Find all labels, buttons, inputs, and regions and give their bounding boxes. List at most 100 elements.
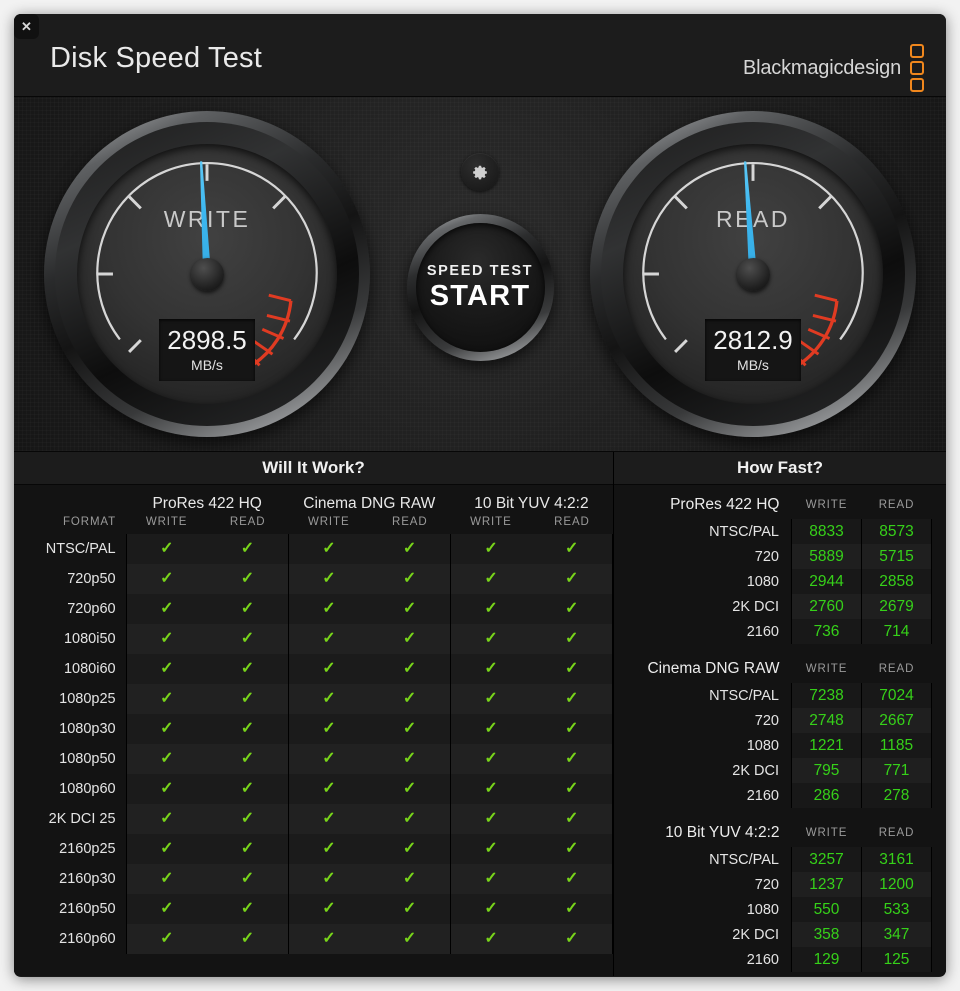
result-cell: ✓: [207, 894, 288, 924]
brand-squares-icon: [910, 44, 924, 92]
result-cell: ✓: [531, 624, 612, 654]
check-icon: ✓: [403, 871, 416, 887]
check-icon: ✓: [565, 541, 578, 557]
write-speed-value: 7238: [792, 683, 862, 708]
close-button[interactable]: ✕: [14, 14, 39, 39]
speed-test-start-button[interactable]: SPEED TEST START: [407, 214, 554, 361]
will-it-work-table: ProRes 422 HQ Cinema DNG RAW 10 Bit YUV …: [14, 485, 613, 954]
how-fast-header-row: ProRes 422 HQWRITEREAD: [614, 494, 932, 519]
resolution-label: 2K DCI: [614, 922, 792, 947]
result-cell: ✓: [207, 534, 288, 564]
result-cell: ✓: [531, 774, 612, 804]
result-cell: ✓: [207, 804, 288, 834]
resolution-label: 1080: [614, 569, 792, 594]
format-label: 2160p60: [14, 924, 126, 954]
resolution-label: NTSC/PAL: [614, 683, 792, 708]
read-value: 2812.9: [713, 327, 793, 354]
needle-hub: [191, 258, 224, 291]
check-icon: ✓: [241, 541, 254, 557]
result-cell: ✓: [288, 714, 369, 744]
check-icon: ✓: [484, 841, 497, 857]
resolution-label: 1080: [614, 733, 792, 758]
check-icon: ✓: [484, 631, 497, 647]
write-speed-value: 2748: [792, 708, 862, 733]
read-gauge-label: READ: [623, 206, 883, 233]
check-icon: ✓: [160, 811, 173, 827]
check-icon: ✓: [565, 691, 578, 707]
table-row: 1080i60✓✓✓✓✓✓: [14, 654, 613, 684]
write-units: MB/s: [191, 357, 223, 373]
table-row: 72012371200: [614, 872, 932, 897]
gauge-face: WRITE 2898.5 MB/s: [77, 144, 337, 404]
result-cell: ✓: [126, 834, 207, 864]
write-speed-value: 550: [792, 897, 862, 922]
check-icon: ✓: [160, 751, 173, 767]
check-icon: ✓: [565, 901, 578, 917]
result-cell: ✓: [450, 864, 531, 894]
subheader-write: WRITE: [288, 513, 369, 534]
resolution-label: 720: [614, 872, 792, 897]
subheader-read: READ: [369, 513, 450, 534]
table-row: 108029442858: [614, 569, 932, 594]
check-icon: ✓: [565, 751, 578, 767]
check-icon: ✓: [241, 841, 254, 857]
check-icon: ✓: [241, 691, 254, 707]
gauge-face: READ 2812.9 MB/s: [623, 144, 883, 404]
resolution-label: 2160: [614, 619, 792, 644]
read-speed-value: 2679: [862, 594, 932, 619]
result-cell: ✓: [288, 594, 369, 624]
table-row: NTSC/PAL88338573: [614, 519, 932, 544]
result-cell: ✓: [369, 564, 450, 594]
read-speed-value: 1200: [862, 872, 932, 897]
how-fast-codec-label: ProRes 422 HQ: [614, 494, 792, 519]
check-icon: ✓: [160, 841, 173, 857]
result-cell: ✓: [288, 804, 369, 834]
will-it-work-body: NTSC/PAL✓✓✓✓✓✓720p50✓✓✓✓✓✓720p60✓✓✓✓✓✓10…: [14, 534, 613, 954]
table-row: 2K DCI27602679: [614, 594, 932, 619]
result-cell: ✓: [369, 924, 450, 954]
read-speed-value: 3161: [862, 847, 932, 872]
format-label: 2160p25: [14, 834, 126, 864]
check-icon: ✓: [322, 631, 335, 647]
resolution-label: 1080: [614, 897, 792, 922]
check-icon: ✓: [160, 931, 173, 947]
check-icon: ✓: [241, 571, 254, 587]
start-button-inner: SPEED TEST START: [416, 223, 545, 352]
read-speed-value: 347: [862, 922, 932, 947]
needle-hub: [737, 258, 770, 291]
table-row: 1080p25✓✓✓✓✓✓: [14, 684, 613, 714]
settings-button[interactable]: [461, 153, 499, 191]
check-icon: ✓: [241, 871, 254, 887]
brand-square-icon: [910, 61, 924, 75]
table-row: 2160129125: [614, 947, 932, 972]
how-fast-table: ProRes 422 HQWRITEREADNTSC/PAL8833857372…: [614, 494, 932, 644]
gauges-panel: WRITE 2898.5 MB/s: [14, 97, 946, 452]
result-cell: ✓: [450, 744, 531, 774]
how-fast-group: Cinema DNG RAWWRITEREADNTSC/PAL723870247…: [614, 658, 932, 808]
table-row: 2160736714: [614, 619, 932, 644]
table-row: 2K DCI 25✓✓✓✓✓✓: [14, 804, 613, 834]
result-cell: ✓: [126, 804, 207, 834]
write-speed-value: 2944: [792, 569, 862, 594]
check-icon: ✓: [403, 901, 416, 917]
table-row: 720p60✓✓✓✓✓✓: [14, 594, 613, 624]
check-icon: ✓: [565, 631, 578, 647]
format-label: 1080p30: [14, 714, 126, 744]
check-icon: ✓: [403, 631, 416, 647]
read-speed-value: 8573: [862, 519, 932, 544]
read-speed-value: 5715: [862, 544, 932, 569]
check-icon: ✓: [403, 571, 416, 587]
result-cell: ✓: [450, 684, 531, 714]
result-cell: ✓: [531, 744, 612, 774]
table-row: NTSC/PAL32573161: [614, 847, 932, 872]
result-cell: ✓: [288, 744, 369, 774]
check-icon: ✓: [484, 871, 497, 887]
check-icon: ✓: [322, 781, 335, 797]
result-cell: ✓: [207, 774, 288, 804]
result-cell: ✓: [450, 714, 531, 744]
check-icon: ✓: [484, 571, 497, 587]
check-icon: ✓: [322, 541, 335, 557]
gauge-bezel: WRITE 2898.5 MB/s: [55, 122, 359, 426]
result-cell: ✓: [126, 924, 207, 954]
check-icon: ✓: [565, 571, 578, 587]
